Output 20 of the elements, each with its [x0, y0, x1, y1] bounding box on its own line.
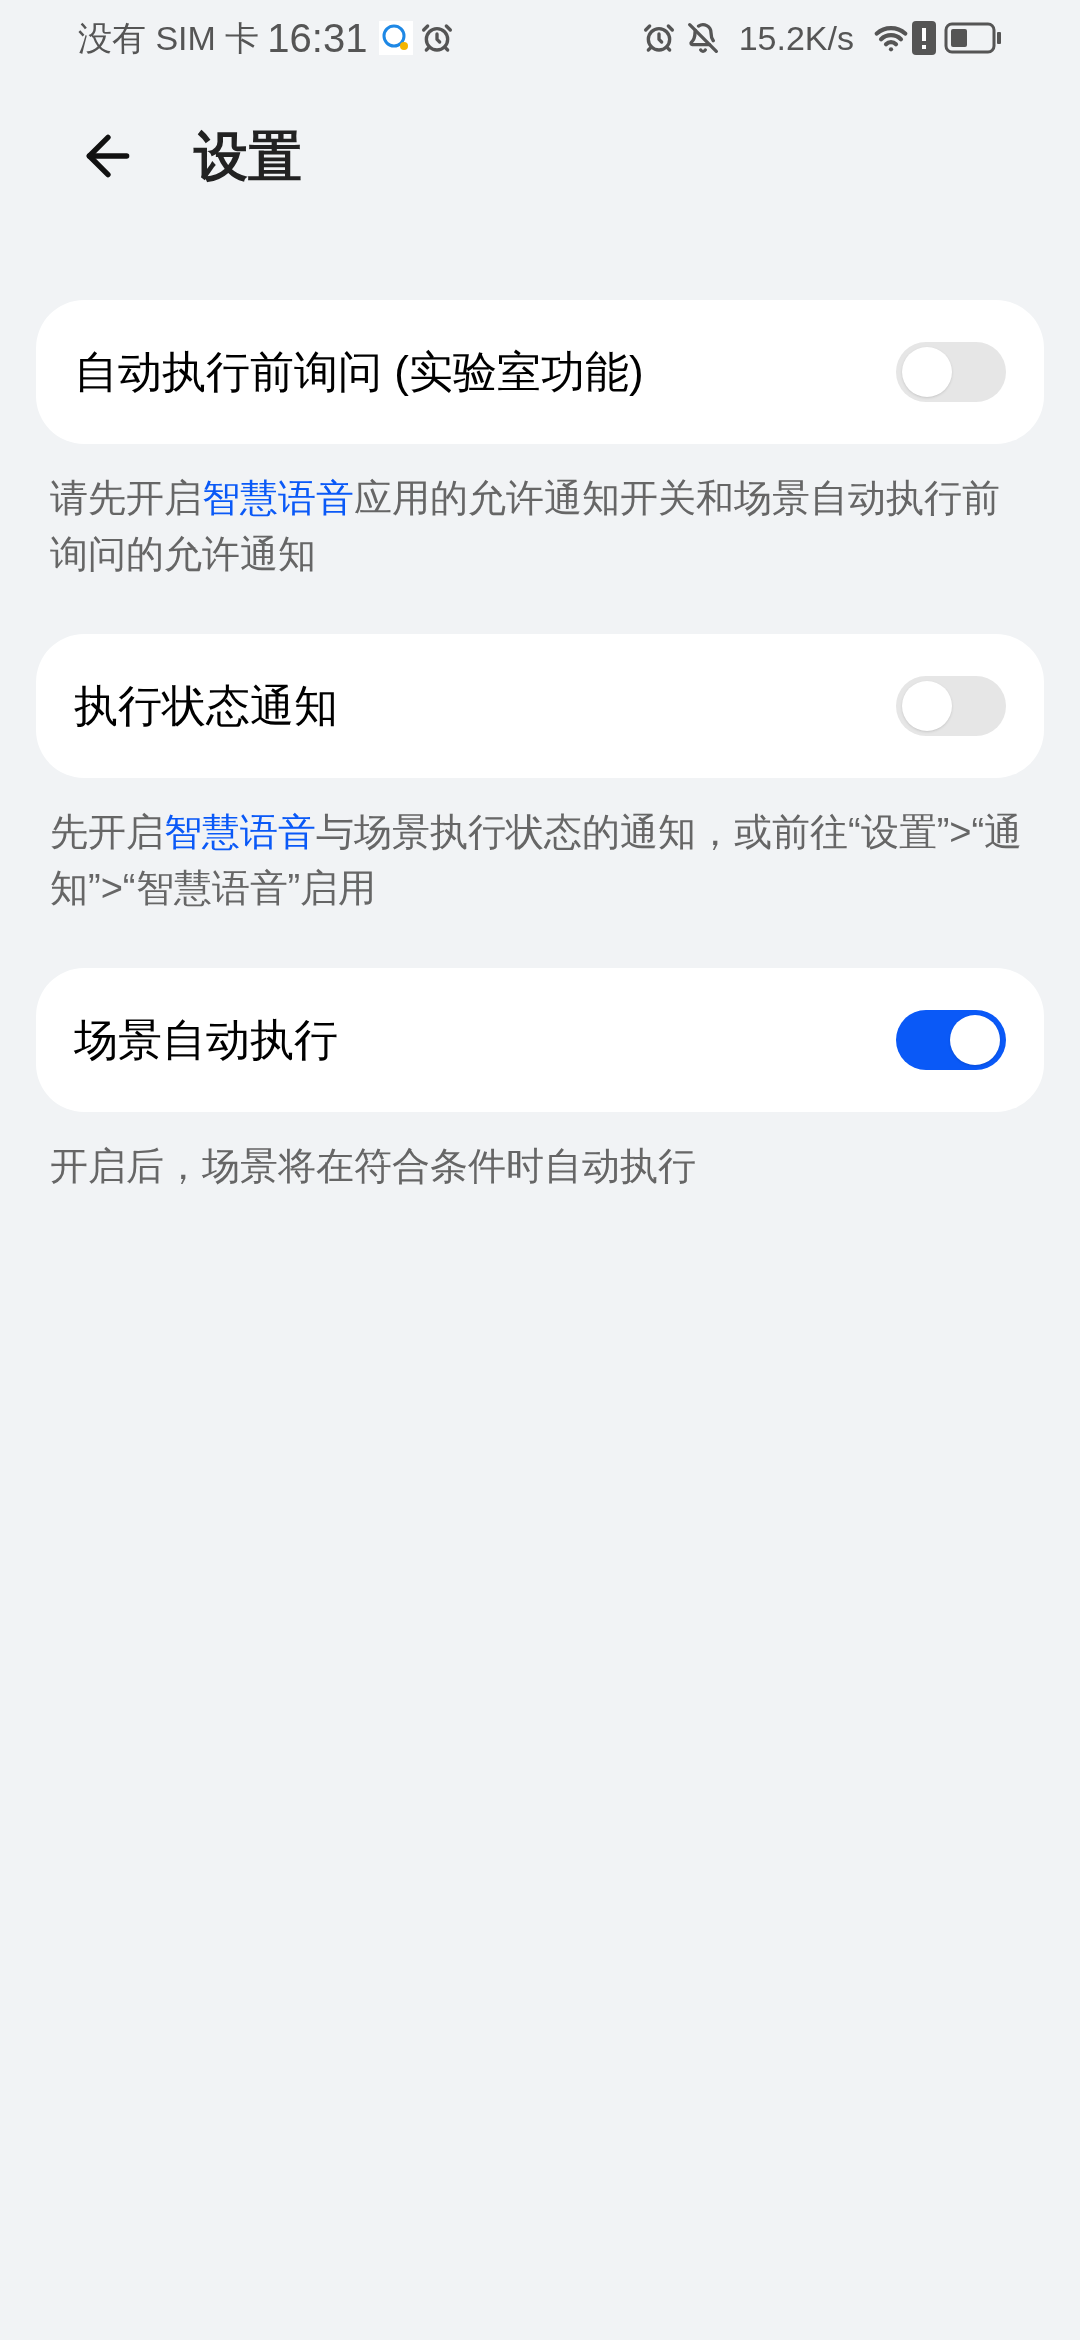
setting-description: 先开启智慧语音与场景执行状态的通知，或前往“设置”>“通知”>“智慧语音”启用	[49, 810, 1024, 911]
setting-label: 自动执行前询问 (实验室功能)	[74, 346, 645, 398]
battery-icon	[944, 22, 1002, 54]
toggle-switch[interactable]	[896, 1010, 1006, 1070]
setting-label: 执行状态通知	[74, 680, 339, 732]
setting-description: 开启后，场景将在符合条件时自动执行	[49, 1144, 697, 1189]
setting-label: 场景自动执行	[74, 1014, 339, 1066]
carrier-text: 没有 SIM 卡	[78, 17, 260, 59]
voice-app-link[interactable]: 智慧语音	[164, 811, 316, 853]
voice-app-link[interactable]: 智慧语音	[202, 477, 354, 519]
setting-description: 请先开启智慧语音应用的允许通知开关和场景自动执行前询问的允许通知	[49, 476, 1001, 577]
page-title: 设置	[194, 124, 302, 188]
toggle-switch[interactable]	[896, 676, 1006, 736]
toggle-switch[interactable]	[896, 342, 1006, 402]
mute-icon	[686, 22, 719, 54]
clock-text: 16:31	[267, 15, 368, 62]
alert-icon	[912, 21, 936, 55]
network-speed-text: 15.2K/s	[738, 17, 854, 59]
alarm-icon	[421, 22, 454, 54]
alarm-icon	[642, 22, 675, 54]
